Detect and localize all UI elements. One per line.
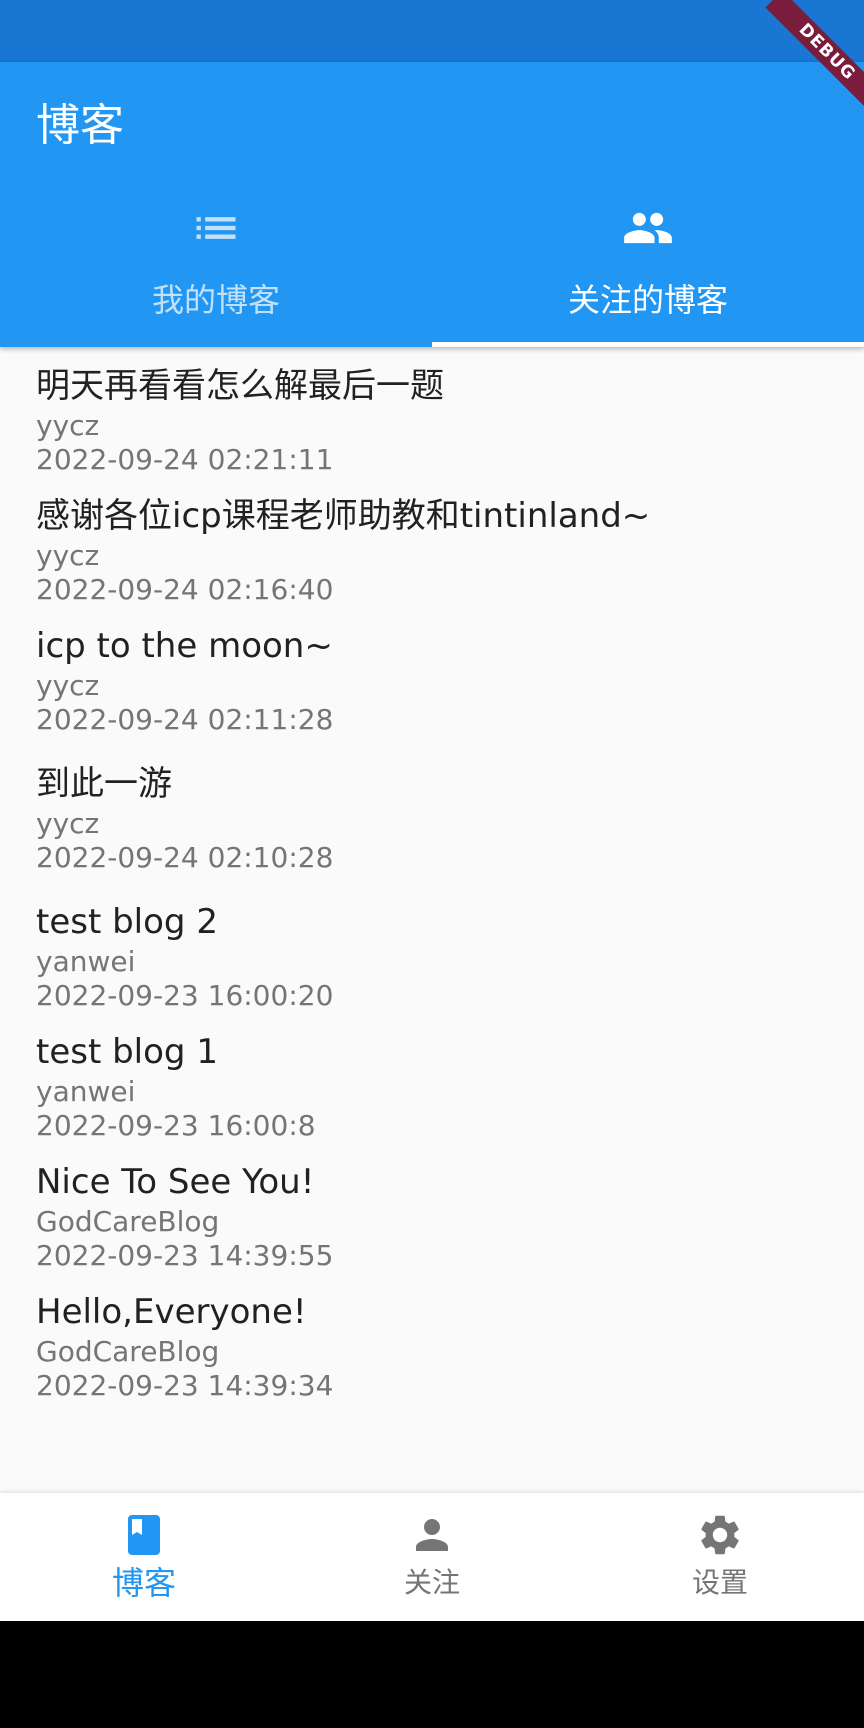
list-item[interactable]: 到此一游 yycz 2022-09-24 02:10:28 <box>36 761 836 875</box>
nav-item-blog[interactable]: 博客 <box>0 1493 288 1621</box>
blog-title: 感谢各位icp课程老师助教和tintinland~ <box>36 496 651 536</box>
blog-author: yycz <box>36 539 100 572</box>
list-item[interactable]: 感谢各位icp课程老师助教和tintinland~ yycz 2022-09-2… <box>36 493 836 607</box>
blog-author: yanwei <box>36 945 136 978</box>
blog-title: icp to the moon~ <box>36 626 333 666</box>
blog-time: 2022-09-24 02:10:28 <box>36 841 334 874</box>
nav-label: 设置 <box>691 1566 748 1599</box>
blog-title: test blog 2 <box>36 902 218 942</box>
nav-item-follow[interactable]: 关注 <box>288 1493 576 1621</box>
blog-time: 2022-09-23 14:39:34 <box>36 1369 334 1402</box>
list-item[interactable]: test blog 1 yanwei 2022-09-23 16:00:8 <box>36 1029 836 1143</box>
tab-label: 我的博客 <box>151 281 280 319</box>
list-item[interactable]: 明天再看看怎么解最后一题 yycz 2022-09-24 02:21:11 <box>36 363 836 477</box>
tab-indicator <box>432 342 864 347</box>
app-screen: 博客 我的博客 关注的博客 明天再看看怎么解最后一题 yycz 2022-09-… <box>0 0 864 1621</box>
blog-title: 明天再看看怎么解最后一题 <box>36 366 444 406</box>
page-title: 博客 <box>36 100 124 151</box>
list-item[interactable]: test blog 2 yanwei 2022-09-23 16:00:20 <box>36 899 836 1013</box>
list-item[interactable]: icp to the moon~ yycz 2022-09-24 02:11:2… <box>36 623 836 737</box>
app-bar: 博客 我的博客 关注的博客 <box>0 62 864 347</box>
blog-author: yycz <box>36 669 100 702</box>
bottom-navigation: 博客 关注 设置 <box>0 1493 864 1621</box>
blog-author: yycz <box>36 409 100 442</box>
nav-label: 关注 <box>403 1566 460 1599</box>
blog-title: 到此一游 <box>36 764 172 804</box>
nav-item-settings[interactable]: 设置 <box>576 1493 864 1621</box>
blog-author: GodCareBlog <box>36 1205 220 1238</box>
blog-time: 2022-09-24 02:11:28 <box>36 703 334 736</box>
gear-icon <box>696 1511 744 1559</box>
tab-label: 关注的博客 <box>567 281 728 319</box>
blog-time: 2022-09-24 02:21:11 <box>36 443 334 476</box>
status-bar <box>0 0 864 62</box>
list-item[interactable]: Nice To See You! GodCareBlog 2022-09-23 … <box>36 1159 836 1273</box>
person-icon <box>408 1511 456 1559</box>
blog-time: 2022-09-23 16:00:20 <box>36 979 334 1012</box>
blog-author: yycz <box>36 807 100 840</box>
list-icon <box>190 202 242 254</box>
tab-my-blogs[interactable]: 我的博客 <box>0 202 432 347</box>
nav-label: 博客 <box>111 1564 176 1602</box>
list-item[interactable]: Hello,Everyone! GodCareBlog 2022-09-23 1… <box>36 1289 836 1403</box>
blog-time: 2022-09-24 02:16:40 <box>36 573 334 606</box>
blog-title: Nice To See You! <box>36 1162 315 1202</box>
book-icon <box>120 1511 168 1559</box>
blog-time: 2022-09-23 14:39:55 <box>36 1239 334 1272</box>
blog-author: GodCareBlog <box>36 1335 220 1368</box>
tab-following-blogs[interactable]: 关注的博客 <box>432 202 864 347</box>
group-icon <box>622 202 674 254</box>
blog-title: Hello,Everyone! <box>36 1292 307 1332</box>
blog-author: yanwei <box>36 1075 136 1108</box>
blog-title: test blog 1 <box>36 1032 218 1072</box>
blog-time: 2022-09-23 16:00:8 <box>36 1109 316 1142</box>
